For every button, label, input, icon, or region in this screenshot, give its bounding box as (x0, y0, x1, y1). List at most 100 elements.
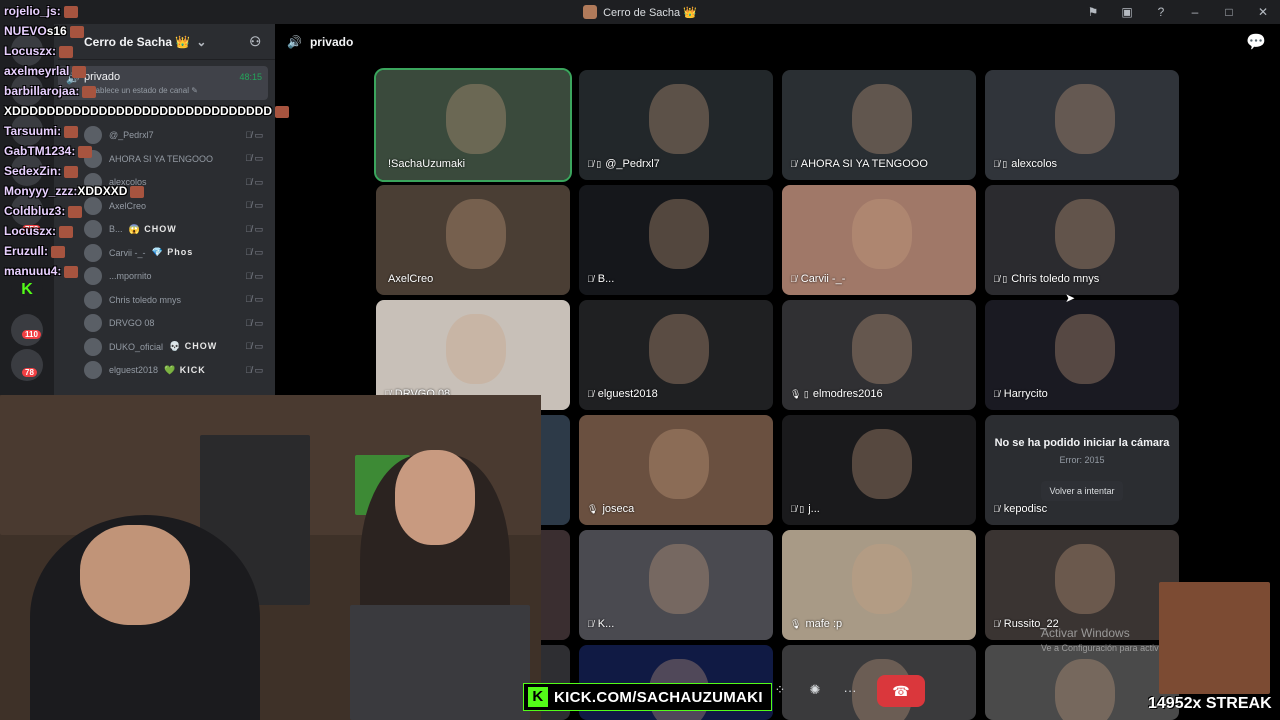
chat-message: Locuszx: (4, 44, 74, 58)
chat-message: XDDDDDDDDDDDDDDDDDDDDDDDDDDDDDD (4, 104, 289, 118)
video-tile[interactable]: 🎙 mafe :p (782, 530, 976, 640)
effects-icon[interactable]: ✺ (805, 675, 825, 705)
avatar (84, 314, 102, 332)
participant-video (649, 84, 709, 154)
participant-name: @_Pedrxl7 (605, 158, 660, 170)
participant-name: Chris toledo mnys (1011, 273, 1100, 285)
voice-user[interactable]: Carvii -_- 💎 Phos 🎙̸ ▭ (84, 242, 269, 264)
emote-icon (274, 105, 289, 118)
avatar (84, 361, 102, 379)
user-tag: 💀 CHOW (169, 341, 218, 351)
retry-button[interactable]: Volver a intentar (1041, 481, 1123, 501)
voice-user-name: ...mpornito (109, 271, 152, 281)
user-tag: 😱 CHOW (128, 223, 177, 234)
video-tile[interactable]: No se ha podido iniciar la cámara Error: … (985, 415, 1179, 525)
server-header[interactable]: Cerro de Sacha 👑 ⌄ ⚇ (58, 24, 275, 60)
voice-user[interactable]: @_Pedrxl7 🎙̸ ▭ (84, 124, 269, 146)
video-tile[interactable]: 🎙 joseca (579, 415, 773, 525)
close-button[interactable]: ✕ (1246, 5, 1280, 19)
chat-message: axelmeyrlal (4, 64, 87, 78)
participant-video (649, 429, 709, 499)
help-icon[interactable]: ? (1144, 5, 1178, 19)
participant-name: Harrycito (1003, 388, 1048, 400)
mic-status-icon: 🎙̸ ▯ (993, 158, 1008, 169)
video-tile[interactable]: 🎙̸ ▯ j... (782, 415, 976, 525)
minimize-button[interactable]: – (1178, 5, 1212, 19)
participant-video (446, 84, 506, 154)
maximize-button[interactable]: □ (1212, 5, 1246, 19)
mic-status-icon: 🎙̸ (790, 274, 797, 284)
voice-user[interactable]: DUKO_oficial 💀 CHOW 🎙̸ ▭ (84, 336, 269, 358)
video-tile[interactable]: 🎙 ▯ elmodres2016 (782, 300, 976, 410)
voice-user[interactable]: ...mpornito 🎙̸ ▭ (84, 265, 269, 287)
tile-label: 🎙̸ Carvii -_- (790, 273, 845, 285)
face-left (80, 525, 190, 625)
muted-mic-icon: 🎙̸ ▭ (245, 223, 263, 234)
video-tile[interactable]: 🎙̸ ▯ @_Pedrxl7 (579, 70, 773, 180)
kick-logo-icon: K (528, 687, 548, 707)
voice-user[interactable]: elguest2018 💚 KICK 🎙̸ ▭ (84, 359, 269, 381)
channel-status[interactable]: Establece un estado de canal ✎ (84, 86, 198, 95)
voice-user[interactable]: B... 😱 CHOW 🎙̸ ▭ (84, 218, 269, 240)
more-options-icon[interactable]: ··· (840, 675, 860, 705)
video-tile[interactable]: !SachaUzumaki (374, 68, 572, 182)
emote-icon (63, 5, 78, 18)
speaker-icon: 🔊 (287, 35, 302, 49)
window-controls: ⚑ ▣ ? – □ ✕ (1076, 0, 1280, 24)
tile-label: 🎙̸ AHORA SI YA TENGOOO (790, 158, 928, 170)
chat-message: SedexZin: (4, 164, 79, 178)
voice-user[interactable]: Chris toledo mnys 🎙̸ ▭ (84, 289, 269, 311)
participant-video (446, 199, 506, 269)
voice-user[interactable]: AHORA SI YA TENGOOO 🎙̸ ▭ (84, 148, 269, 170)
mic-status-icon: 🎙̸ (587, 619, 594, 629)
add-member-icon[interactable]: ⚇ (249, 34, 261, 50)
streak-emote-image (1159, 582, 1270, 694)
chat-message: Coldbluz3: (4, 204, 83, 218)
window-title-text: Cerro de Sacha 👑 (603, 6, 697, 19)
muted-mic-icon: 🎙̸ ▭ (245, 129, 263, 140)
muted-mic-icon: 🎙̸ ▭ (245, 176, 263, 187)
video-tile[interactable]: 🎙̸ Harrycito (985, 300, 1179, 410)
video-tile[interactable]: 🎙̸ K... (579, 530, 773, 640)
kick-server-icon[interactable]: K (11, 274, 43, 306)
video-tile[interactable]: 🎙̸ DRVGO 08 (376, 300, 570, 410)
chat-text: s16 (46, 24, 67, 38)
hang-up-button[interactable]: ☎ (877, 675, 925, 707)
avatar (84, 267, 102, 285)
mention-badge: 78 (22, 368, 37, 377)
camera-error-title: No se ha podido iniciar la cámara (994, 437, 1170, 449)
video-tile[interactable]: 🎙̸ ▯ Chris toledo mnys (985, 185, 1179, 295)
mic-status-icon: 🎙̸ (993, 389, 1000, 399)
kick-url: KICK.COM/SACHAUZUMAKI (554, 688, 763, 706)
inbox-flag-icon[interactable]: ⚑ (1076, 5, 1110, 19)
video-tile[interactable]: 🎙̸ ▯ alexcolos (985, 70, 1179, 180)
chat-username: GabTM1234: (4, 144, 76, 158)
video-tile[interactable]: 🎙̸ Carvii -_- (782, 185, 976, 295)
server-icon (583, 5, 598, 19)
chat-username: Coldbluz3: (4, 204, 66, 218)
video-tile[interactable]: 🎙̸ Russito_22 (985, 530, 1179, 640)
tile-label: 🎙̸ B... (587, 273, 614, 285)
chat-bubble-icon[interactable]: 💬 (1246, 32, 1266, 52)
chat-message: GabTM1234: (4, 144, 93, 158)
video-tile[interactable]: AxelCreo (376, 185, 570, 295)
emote-icon (51, 245, 65, 258)
video-tile[interactable]: 🎙̸ AHORA SI YA TENGOOO (782, 70, 976, 180)
chat-message: NUEVOs16 (4, 24, 84, 38)
crossed-arms (350, 605, 530, 720)
chat-username: rojelio_js: (4, 4, 61, 18)
video-tile[interactable]: 🎙̸ elguest2018 (579, 300, 773, 410)
kick-channel-banner: K KICK.COM/SACHAUZUMAKI (523, 683, 772, 711)
participant-video (1055, 314, 1115, 384)
participant-video (1055, 84, 1115, 154)
grid-layout-icon[interactable]: ⁘ (770, 675, 790, 705)
video-tile[interactable]: 🎙̸ B... (579, 185, 773, 295)
voice-user-name: DRVGO 08 (109, 318, 155, 328)
screen-share-icon[interactable]: ▣ (1110, 5, 1144, 19)
chat-username: axelmeyrlal (4, 64, 70, 78)
mic-status-icon: 🎙̸ (790, 159, 797, 169)
participant-video (1055, 659, 1115, 720)
chat-username: Eruzull: (4, 244, 48, 258)
voice-channel-name: privado (84, 71, 121, 83)
voice-user[interactable]: DRVGO 08 🎙̸ ▭ (84, 312, 269, 334)
